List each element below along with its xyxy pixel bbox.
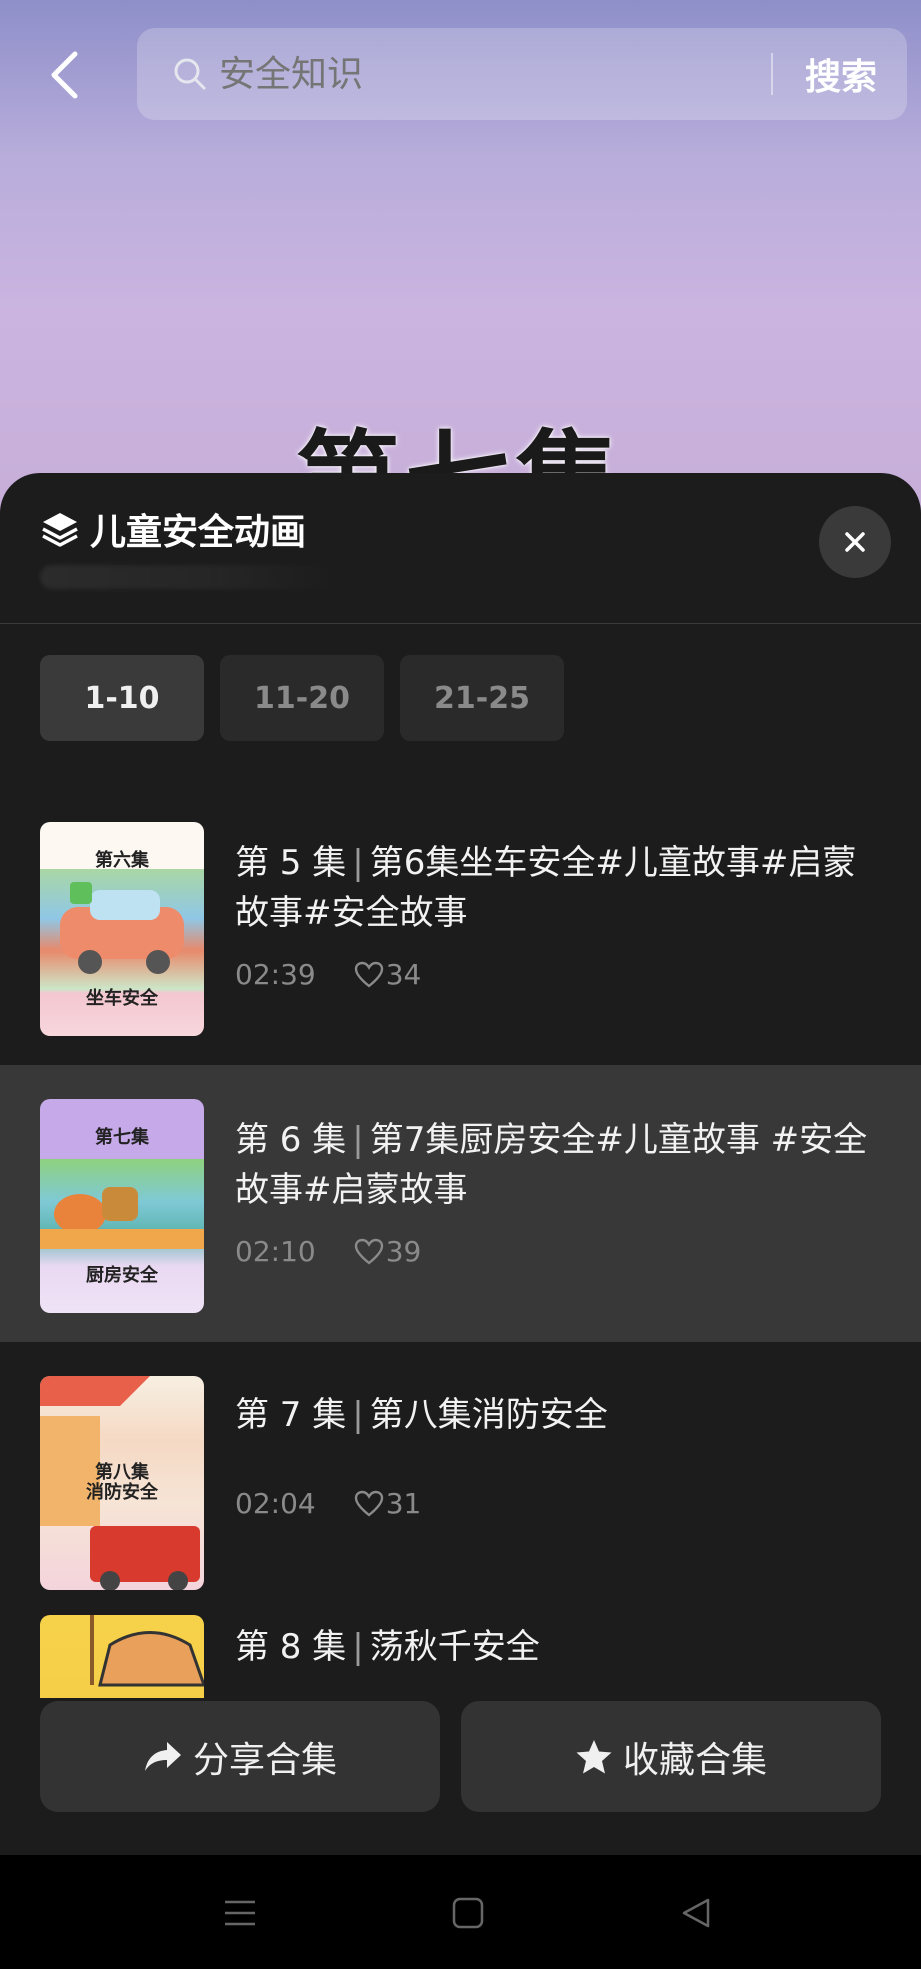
episode-title: 第 5 集 | 第6集坐车安全#儿童故事#启蒙故事#安全故事	[235, 838, 875, 938]
episode-meta: 02:04 31	[235, 1487, 421, 1520]
favorite-collection-button[interactable]: 收藏合集	[461, 1701, 881, 1812]
search-icon	[174, 58, 206, 90]
thumbnail-bottom-text: 坐车安全	[86, 988, 158, 1009]
range-tab-11-20[interactable]: 11-20	[220, 655, 384, 741]
episode-title: 第 6 集 | 第7集厨房安全#儿童故事 #安全故事#启蒙故事	[235, 1115, 875, 1215]
range-tab-1-10[interactable]: 1-10	[40, 655, 204, 741]
like-count: 34	[385, 958, 422, 991]
episode-duration: 02:04	[235, 1487, 316, 1520]
close-icon	[845, 532, 865, 552]
sheet-header: 儿童安全动画	[0, 473, 921, 624]
episode-meta: 02:39 34	[235, 958, 421, 991]
episode-name: 第八集消防安全	[369, 1395, 608, 1435]
close-button[interactable]	[819, 506, 891, 578]
episode-duration: 02:39	[235, 958, 316, 991]
share-icon	[144, 1741, 181, 1771]
home-square-icon	[452, 1897, 484, 1929]
nav-home-button[interactable]	[448, 1893, 488, 1933]
favorite-collection-label: 收藏合集	[622, 1739, 767, 1781]
nav-back-button[interactable]	[676, 1893, 716, 1933]
thumbnail-bottom-text: 消防安全	[86, 1482, 158, 1503]
swing-illustration	[90, 1615, 204, 1687]
episode-item[interactable]: 第八集 消防安全 第 7 集 | 第八集消防安全 02:04 31	[0, 1342, 921, 1594]
nav-menu-button[interactable]	[220, 1893, 260, 1933]
layers-icon	[42, 513, 78, 547]
episode-thumbnail	[40, 1615, 204, 1698]
back-triangle-icon	[682, 1898, 710, 1928]
title-separator: |	[352, 843, 364, 883]
back-button[interactable]	[40, 45, 88, 105]
episode-list[interactable]: 第六集 坐车安全 第 5 集 | 第6集坐车安全#儿童故事#启蒙故事#安全故事 02…	[0, 788, 921, 1698]
star-icon	[576, 1739, 612, 1773]
share-collection-label: 分享合集	[192, 1739, 337, 1781]
episode-thumbnail: 第七集 厨房安全	[40, 1099, 204, 1313]
episode-number: 第 5 集	[235, 843, 347, 883]
episode-title: 第 7 集 | 第八集消防安全	[235, 1390, 875, 1440]
thumbnail-top-text: 第六集	[95, 850, 149, 871]
heart-icon	[354, 961, 383, 988]
search-bar[interactable]: 搜索	[137, 28, 907, 120]
sheet-action-bar: 分享合集 收藏合集	[0, 1698, 921, 1855]
episode-item[interactable]: 第 8 集 | 荡秋千安全	[0, 1594, 921, 1698]
title-separator: |	[352, 1395, 364, 1435]
title-separator: |	[352, 1120, 364, 1160]
episode-thumbnail: 第八集 消防安全	[40, 1376, 204, 1590]
collection-sheet: 儿童安全动画 1-10 11-20 21-25 第六集 坐车安全 第 5 集 |…	[0, 473, 921, 1855]
thumbnail-bottom-text: 厨房安全	[86, 1265, 158, 1286]
collection-title: 儿童安全动画	[90, 512, 307, 553]
like-count: 39	[385, 1235, 422, 1268]
menu-icon	[225, 1900, 255, 1926]
search-input[interactable]	[217, 52, 741, 96]
episode-number: 第 7 集	[235, 1395, 347, 1435]
episode-duration: 02:10	[235, 1235, 316, 1268]
episode-number: 第 8 集	[235, 1627, 347, 1667]
heart-icon	[354, 1490, 383, 1517]
episode-title: 第 8 集 | 荡秋千安全	[235, 1622, 875, 1672]
title-separator: |	[352, 1627, 364, 1667]
episode-item-selected[interactable]: 第七集 厨房安全 第 6 集 | 第7集厨房安全#儿童故事 #安全故事#启蒙故事 0…	[0, 1065, 921, 1342]
like-count: 31	[385, 1487, 422, 1520]
episode-range-tabs: 1-10 11-20 21-25	[40, 655, 564, 741]
search-button[interactable]: 搜索	[773, 48, 907, 100]
episode-name: 荡秋千安全	[369, 1627, 540, 1667]
chevron-left-icon	[51, 51, 78, 99]
episode-meta: 02:10 39	[235, 1235, 421, 1268]
range-tab-21-25[interactable]: 21-25	[400, 655, 564, 741]
share-collection-button[interactable]: 分享合集	[40, 1701, 440, 1812]
episode-item[interactable]: 第六集 坐车安全 第 5 集 | 第6集坐车安全#儿童故事#启蒙故事#安全故事 02…	[0, 788, 921, 1065]
episode-thumbnail: 第六集 坐车安全	[40, 822, 204, 1036]
episode-number: 第 6 集	[235, 1120, 347, 1160]
thumbnail-top-text: 第七集	[95, 1127, 149, 1148]
heart-icon	[354, 1238, 383, 1265]
system-navigation-bar	[0, 1855, 921, 1969]
blurred-subtitle	[40, 565, 340, 589]
